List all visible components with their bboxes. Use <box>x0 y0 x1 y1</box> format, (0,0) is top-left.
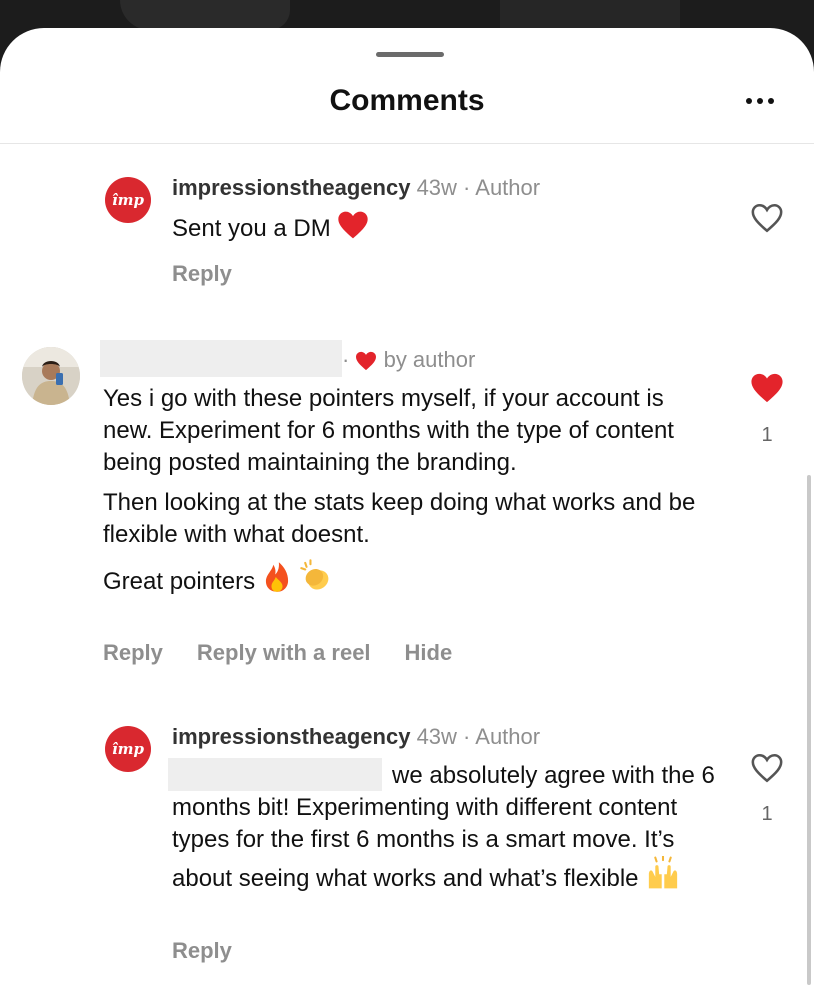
reply-button[interactable]: Reply <box>172 938 232 964</box>
comment-text: Yes i go with these pointers myself, if … <box>103 383 703 598</box>
backdrop-shape <box>500 0 680 28</box>
comment-meta: impressionstheagency 43w · Author <box>172 175 540 201</box>
author-tag: Author <box>475 175 541 200</box>
comment-paragraph: Then looking at the stats keep doing wha… <box>103 489 696 548</box>
sheet-title: Comments <box>329 84 485 117</box>
red-heart-icon <box>356 351 377 371</box>
clapping-hands-emoji-icon <box>300 559 329 590</box>
like-heart-outline-icon[interactable] <box>750 752 784 784</box>
liked-by-author-label: by author <box>383 347 476 372</box>
username[interactable]: impressionstheagency <box>172 724 410 749</box>
timestamp: 43w <box>416 724 457 749</box>
more-options-icon[interactable] <box>746 98 774 104</box>
liked-by-author-meta: · by author <box>342 347 475 373</box>
avatar[interactable]: împ <box>105 726 151 772</box>
separator-dot: · <box>342 347 356 372</box>
backdrop-shape <box>120 0 290 30</box>
person-avatar-icon <box>22 347 80 405</box>
avatar[interactable]: împ <box>105 177 151 223</box>
sheet-grabber[interactable] <box>376 52 444 57</box>
comment-actions: Reply Reply with a reel Hide <box>103 640 452 666</box>
avatar[interactable] <box>22 347 80 405</box>
comment-text-content: Sent you a DM <box>172 215 331 242</box>
fire-emoji-icon <box>265 562 288 592</box>
reply-button[interactable]: Reply <box>172 261 232 287</box>
comment-actions: Reply <box>172 261 232 287</box>
username[interactable]: impressionstheagency <box>172 175 410 200</box>
like-count: 1 <box>761 803 773 825</box>
comment-actions: Reply <box>172 938 232 964</box>
separator-dot: · <box>456 175 476 200</box>
like-count: 1 <box>761 424 773 446</box>
scrollbar[interactable] <box>807 475 811 985</box>
raising-hands-emoji-icon <box>649 856 678 889</box>
like-heart-filled-icon[interactable] <box>750 372 784 404</box>
header-divider <box>0 143 814 144</box>
red-heart-emoji-icon <box>338 211 369 239</box>
comment-paragraph: Yes i go with these pointers myself, if … <box>103 385 674 476</box>
reply-with-reel-button[interactable]: Reply with a reel <box>197 640 371 666</box>
redacted-username <box>100 340 342 377</box>
comment-text: we absolutely agree with the 6 months bi… <box>172 760 717 895</box>
comment-paragraph-last: Great pointers <box>103 559 703 598</box>
author-tag: Author <box>475 724 541 749</box>
comment-paragraph-text: Great pointers <box>103 568 256 595</box>
comment-text-content: we absolutely agree with the 6 months bi… <box>172 762 715 892</box>
comment-meta: impressionstheagency 43w · Author <box>172 724 540 750</box>
comment-text: Sent you a DM <box>172 210 712 245</box>
hide-button[interactable]: Hide <box>405 640 453 666</box>
timestamp: 43w <box>416 175 457 200</box>
reply-button[interactable]: Reply <box>103 640 163 666</box>
like-heart-outline-icon[interactable] <box>750 202 784 234</box>
separator-dot: · <box>456 724 476 749</box>
